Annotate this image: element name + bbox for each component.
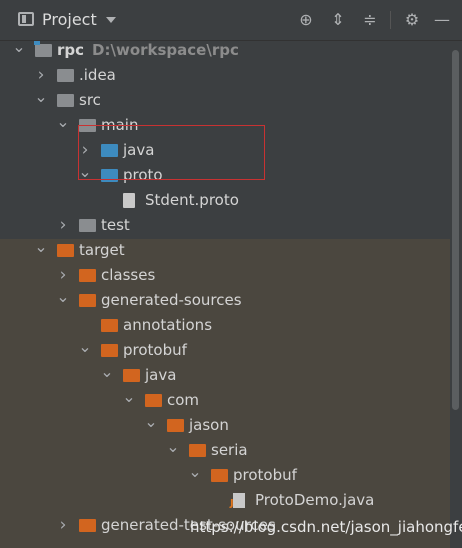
folder-icon bbox=[57, 94, 74, 107]
folder-icon bbox=[79, 269, 96, 282]
folder-icon bbox=[79, 219, 96, 232]
chevron-down-icon[interactable]: ⌄ bbox=[144, 413, 158, 438]
watermark: https://blog.csdn.net/jason_jiahongfei bbox=[190, 518, 462, 536]
tree-row-com[interactable]: ⌄ com bbox=[0, 388, 450, 413]
tree-item-label: protobuf bbox=[233, 466, 297, 484]
tree-row-protobuf[interactable]: ⌄ protobuf bbox=[0, 463, 450, 488]
folder-icon bbox=[145, 394, 162, 407]
folder-icon bbox=[57, 69, 74, 82]
tree-row-classes[interactable]: › classes bbox=[0, 263, 450, 288]
tree-row-rpc[interactable]: ⌄ rpc D:\workspace\rpc bbox=[0, 41, 450, 63]
chevron-right-icon[interactable]: › bbox=[34, 63, 48, 88]
folder-icon bbox=[34, 41, 52, 57]
chevron-down-icon[interactable]: ⌄ bbox=[56, 288, 70, 313]
folder-icon bbox=[79, 519, 96, 532]
tree-row-generated-sources[interactable]: ⌄ generated-sources bbox=[0, 288, 450, 313]
tree-item-label: target bbox=[79, 241, 125, 259]
tree-row-stdent-proto[interactable]: ›Stdent.proto bbox=[0, 188, 450, 213]
chevron-down-icon[interactable]: ⌄ bbox=[12, 41, 26, 63]
chevron-down-icon[interactable] bbox=[106, 17, 116, 23]
tree-row-annotations[interactable]: ›annotations bbox=[0, 313, 450, 338]
settings-icon[interactable]: ⚙ bbox=[402, 10, 422, 30]
tree-item-label: ProtoDemo.java bbox=[255, 491, 375, 509]
locate-icon[interactable]: ⊕ bbox=[296, 10, 316, 30]
tree-row--idea[interactable]: › .idea bbox=[0, 63, 450, 88]
chevron-right-icon[interactable]: › bbox=[56, 263, 70, 288]
chevron-right-icon[interactable]: › bbox=[56, 513, 70, 538]
tree-item-label: classes bbox=[101, 266, 156, 284]
tree-item-label: rpc D:\workspace\rpc bbox=[57, 41, 239, 59]
project-toolbar: Project ⊕ ⇕ ≑ ⚙ — bbox=[0, 0, 462, 41]
tree-item-label: com bbox=[167, 391, 200, 409]
chevron-down-icon[interactable]: ⌄ bbox=[34, 238, 48, 263]
tree-item-label: java bbox=[145, 366, 177, 384]
tree-item-label: src bbox=[79, 91, 101, 109]
tree-row-test[interactable]: › test bbox=[0, 213, 450, 238]
chevron-down-icon[interactable]: ⌄ bbox=[166, 438, 180, 463]
tree-item-label: protobuf bbox=[123, 341, 187, 359]
folder-icon bbox=[123, 369, 140, 382]
folder-icon bbox=[101, 344, 118, 357]
folder-icon bbox=[101, 319, 118, 332]
tree-row-src[interactable]: ⌄ src bbox=[0, 88, 450, 113]
folder-icon bbox=[167, 419, 184, 432]
tree-item-label: Stdent.proto bbox=[145, 191, 239, 209]
scrollbar-thumb[interactable] bbox=[452, 50, 459, 410]
folder-icon bbox=[79, 294, 96, 307]
tree-row-seria[interactable]: ⌄ seria bbox=[0, 438, 450, 463]
tree-row-java[interactable]: ⌄ java bbox=[0, 363, 450, 388]
tree-item-label: annotations bbox=[123, 316, 213, 334]
project-title[interactable]: Project bbox=[42, 10, 97, 29]
folder-icon bbox=[57, 244, 74, 257]
chevron-down-icon[interactable]: ⌄ bbox=[78, 338, 92, 363]
chevron-down-icon[interactable]: ⌄ bbox=[34, 88, 48, 113]
project-path: D:\workspace\rpc bbox=[92, 41, 239, 59]
folder-icon bbox=[211, 469, 228, 482]
toolbar-divider bbox=[390, 11, 391, 29]
tree-row-protobuf[interactable]: ⌄ protobuf bbox=[0, 338, 450, 363]
java-file-icon bbox=[230, 493, 245, 509]
hide-icon[interactable]: — bbox=[432, 10, 452, 30]
folder-icon bbox=[189, 444, 206, 457]
project-window-icon bbox=[18, 12, 34, 26]
tree-item-label: test bbox=[101, 216, 130, 234]
chevron-down-icon[interactable]: ⌄ bbox=[56, 113, 70, 138]
tree-row-protodemo-java[interactable]: ›ProtoDemo.java bbox=[0, 488, 450, 513]
chevron-down-icon[interactable]: ⌄ bbox=[100, 363, 114, 388]
tree-row-target[interactable]: ⌄ target bbox=[0, 238, 450, 263]
tree-row-jason[interactable]: ⌄ jason bbox=[0, 413, 450, 438]
expand-all-icon[interactable]: ⇕ bbox=[328, 10, 348, 30]
project-tree: ⌄ rpc D:\workspace\rpc › .idea ⌄ src ⌄ main › java… bbox=[0, 41, 450, 548]
tree-item-label: generated-sources bbox=[101, 291, 242, 309]
chevron-right-icon[interactable]: › bbox=[56, 213, 70, 238]
chevron-down-icon[interactable]: ⌄ bbox=[188, 463, 202, 488]
tree-item-label: jason bbox=[189, 416, 229, 434]
tree-item-label: seria bbox=[211, 441, 248, 459]
tree-item-label: .idea bbox=[79, 66, 116, 84]
chevron-down-icon[interactable]: ⌄ bbox=[122, 388, 136, 413]
collapse-all-icon[interactable]: ≑ bbox=[360, 10, 380, 30]
file-icon bbox=[123, 193, 135, 208]
proto-selection-box bbox=[78, 125, 265, 180]
